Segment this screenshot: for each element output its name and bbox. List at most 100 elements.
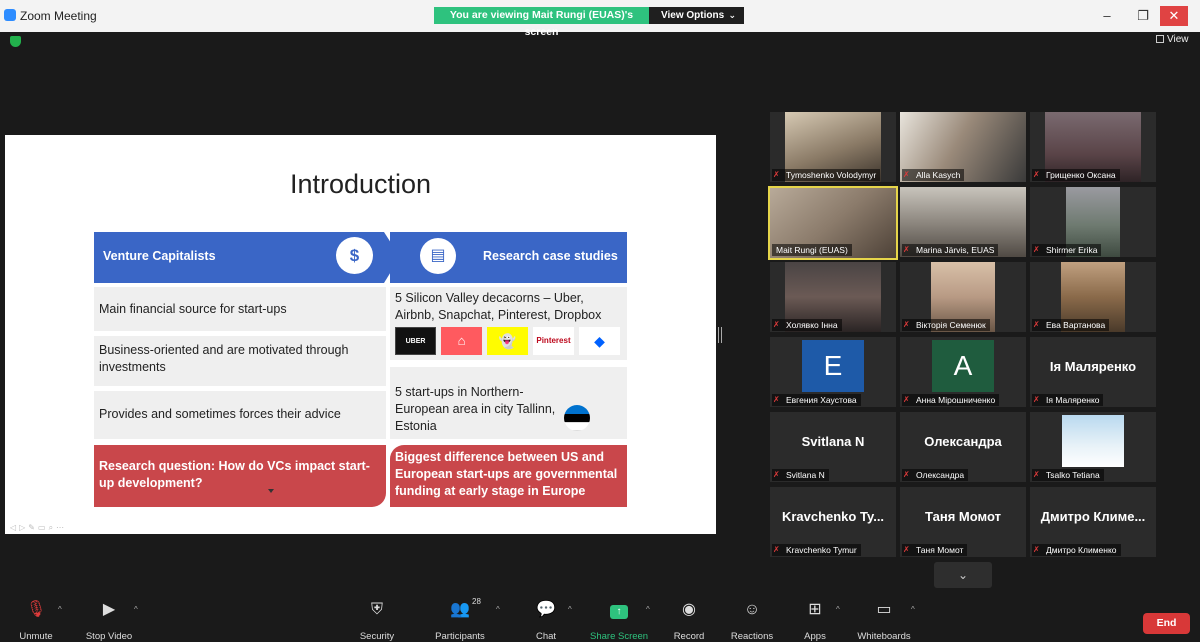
chevron-up-icon[interactable]: ^ [496, 605, 500, 614]
apps-label: Apps [804, 631, 826, 642]
participant-name: Холявко Інна [772, 319, 842, 331]
participant-tile[interactable]: Вікторія Семенюк ✗ [900, 262, 1026, 332]
participants-button[interactable]: 👥 28 Participants ^ [432, 597, 500, 642]
chevron-up-icon[interactable]: ^ [836, 605, 840, 614]
meeting-toolbar: 🎙 Unmute ^ ▶ Stop Video ^ ⛨ Security 👥 28 Par… [0, 597, 1200, 642]
participant-name: Mait Rungi (EUAS) [772, 244, 852, 256]
apps-button[interactable]: ⊞ Apps ^ [800, 599, 840, 642]
participant-name: Ева Вартанова [1032, 319, 1110, 331]
end-meeting-button[interactable]: End [1143, 613, 1190, 634]
encryption-shield-icon[interactable] [10, 36, 21, 47]
slide-title: Introduction [289, 169, 432, 199]
stop-video-button[interactable]: ▶ Stop Video ^ [84, 599, 138, 642]
muted-mic-icon: ✗ [903, 395, 910, 404]
participant-display-name: Олександра [924, 434, 1002, 449]
participant-tile[interactable]: Alla Kasych ✗ [900, 112, 1026, 182]
participant-name: Ія Маляренко [1032, 394, 1104, 406]
participant-tile-active-speaker[interactable]: Mait Rungi (EUAS) [768, 186, 898, 260]
video-camera-icon: ▶ [102, 601, 116, 618]
participant-tile[interactable]: Shirmer Erika ✗ [1030, 187, 1156, 257]
unmute-label: Unmute [19, 631, 53, 642]
winter-landscape-avatar [1062, 415, 1124, 467]
participant-tile[interactable]: Холявко Інна ✗ [770, 262, 896, 332]
document-icon: ▤ [420, 238, 456, 274]
vc-item-2: Business-oriented and are motivated thro… [94, 336, 386, 386]
participant-tile[interactable]: Kravchenko Ty... Kravchenko Tymur ✗ [770, 487, 896, 557]
chevron-up-icon[interactable]: ^ [646, 605, 650, 614]
grid-icon [1156, 35, 1164, 43]
muted-mic-icon: ✗ [1033, 170, 1040, 179]
participant-tile[interactable]: Ія Маляренко Ія Маляренко ✗ [1030, 337, 1156, 407]
money-bag-icon: $ [336, 237, 373, 274]
record-label: Record [673, 631, 705, 642]
muted-mic-icon: ✗ [903, 470, 910, 479]
view-button[interactable]: View [1156, 34, 1189, 45]
view-options-label: View Options [661, 10, 725, 21]
chat-bubble-icon: 💬 [536, 601, 556, 618]
participant-tile[interactable]: Svitlana N Svitlana N ✗ [770, 412, 896, 482]
maximize-button[interactable]: ❐ [1128, 6, 1158, 26]
whiteboards-label: Whiteboards [857, 631, 911, 642]
share-icon-wrapper: ↑ [590, 599, 648, 621]
participant-tile[interactable]: Tsalko Tetiana ✗ [1030, 412, 1156, 482]
close-button[interactable]: ✕ [1160, 6, 1188, 26]
view-options-button[interactable]: View Options ⌄ [649, 7, 744, 24]
muted-mic-icon: ✗ [1033, 320, 1040, 329]
participant-name: Дмитро Клименко [1032, 544, 1121, 556]
chevron-up-icon[interactable]: ^ [911, 605, 915, 614]
reactions-button[interactable]: ☺ Reactions [728, 599, 776, 642]
security-button[interactable]: ⛨ Security [357, 599, 397, 642]
participant-name: Таня Момот [902, 544, 968, 556]
participant-tile[interactable]: Таня Момот Таня Момот ✗ [900, 487, 1026, 557]
participant-tile[interactable]: Дмитро Климе... Дмитро Клименко ✗ [1030, 487, 1156, 557]
vc-item-1: Main financial source for start-ups [94, 287, 386, 331]
participant-tile[interactable]: A Анна Мірошниченко ✗ [900, 337, 1026, 407]
mouse-cursor-icon [268, 489, 274, 493]
chat-button[interactable]: 💬 Chat ^ [530, 599, 572, 642]
whiteboard-icon: ▭ [876, 601, 892, 618]
airbnb-logo-icon: ⌂ [441, 327, 482, 355]
participant-name: Олександра [902, 469, 969, 481]
uber-logo: UBER [395, 327, 436, 355]
participant-tile[interactable]: Олександра Олександра ✗ [900, 412, 1026, 482]
shield-icon: ⛨ [370, 601, 383, 618]
participant-name: Kravchenko Tymur [772, 544, 861, 556]
chevron-down-icon: ⌄ [728, 10, 736, 20]
title-bar: Zoom Meeting You are viewing Mait Rungi … [0, 0, 1200, 38]
participant-tile[interactable]: Ева Вартанова ✗ [1030, 262, 1156, 332]
muted-microphone-icon: 🎙 [25, 601, 47, 618]
muted-mic-icon: ✗ [1033, 470, 1040, 479]
dropbox-logo-icon: ◆ [579, 327, 620, 355]
muted-mic-icon: ✗ [1033, 245, 1040, 254]
avatar: E [802, 340, 864, 392]
record-button[interactable]: ◉ Record [670, 599, 708, 642]
participant-tile[interactable]: E Евгения Хаустова ✗ [770, 337, 896, 407]
pinterest-logo: Pinterest [533, 327, 574, 355]
shared-screen[interactable]: Introduction Venture Capitalists $ Resea… [5, 135, 716, 534]
whiteboards-button[interactable]: ▭ Whiteboards ^ [855, 599, 915, 642]
participant-tile[interactable]: Грищенко Оксана ✗ [1030, 112, 1156, 182]
participants-count: 28 [472, 597, 481, 606]
slide-nav-controls[interactable]: ◁▷✎▭⌕⋯ [10, 523, 67, 533]
chevron-up-icon[interactable]: ^ [58, 605, 62, 614]
company-logos: UBER ⌂ 👻 Pinterest ◆ [395, 327, 622, 355]
muted-mic-icon: ✗ [903, 320, 910, 329]
chevron-up-icon[interactable]: ^ [134, 605, 138, 614]
zoom-logo-icon [4, 9, 16, 21]
participant-tile[interactable]: Marina Järvis, EUAS ✗ [900, 187, 1026, 257]
minimize-button[interactable]: – [1092, 6, 1122, 26]
participant-name: Tymoshenko Volodymyr [772, 169, 881, 181]
avatar: A [932, 340, 994, 392]
participant-name: Tsalko Tetiana [1032, 469, 1104, 481]
share-screen-button[interactable]: ↑ Share Screen ^ [590, 599, 650, 642]
participant-name: Alla Kasych [902, 169, 965, 181]
smiley-plus-icon: ☺ [743, 601, 761, 618]
chevron-up-icon[interactable]: ^ [568, 605, 572, 614]
muted-mic-icon: ✗ [773, 545, 780, 554]
unmute-button[interactable]: 🎙 Unmute ^ [14, 599, 61, 642]
share-screen-arrow-icon: ↑ [610, 605, 628, 619]
next-page-chevron-down-icon[interactable]: ⌄ [934, 562, 992, 588]
panel-resize-handle[interactable] [718, 327, 722, 343]
participant-tile[interactable]: Tymoshenko Volodymyr ✗ [770, 112, 896, 182]
chat-label: Chat [535, 631, 557, 642]
